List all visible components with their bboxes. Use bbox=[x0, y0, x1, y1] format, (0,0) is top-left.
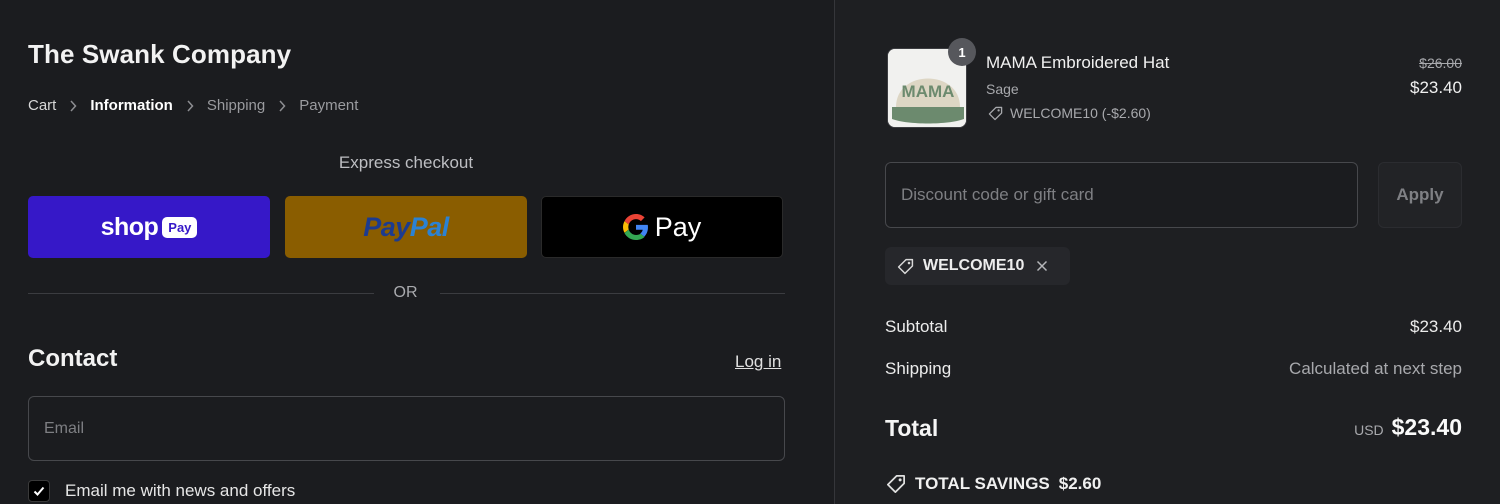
hat-text: MAMA bbox=[902, 82, 955, 101]
divider-line bbox=[439, 292, 785, 294]
applied-discount-code: WELCOME10 bbox=[923, 257, 1025, 274]
discount-field-wrapper bbox=[885, 162, 1358, 228]
subtotal-value: $23.40 bbox=[1410, 317, 1462, 336]
google-g-icon bbox=[622, 214, 649, 240]
product-name: MAMA Embroidered Hat bbox=[986, 53, 1170, 72]
tag-icon bbox=[897, 258, 914, 275]
remove-discount-icon[interactable] bbox=[1036, 260, 1048, 272]
paypal-wordmark: PayPal bbox=[363, 211, 449, 242]
total-savings-label: TOTAL SAVINGS bbox=[915, 474, 1050, 493]
total-value-group: USD $23.40 bbox=[1354, 414, 1462, 441]
price-final: $23.40 bbox=[1410, 78, 1462, 97]
total-label: Total bbox=[885, 415, 939, 441]
express-checkout-label: Express checkout bbox=[338, 153, 474, 172]
log-in-link[interactable]: Log in bbox=[735, 352, 781, 372]
apply-button[interactable]: Apply bbox=[1378, 162, 1462, 228]
tag-icon bbox=[886, 474, 906, 494]
chevron-right-icon bbox=[278, 99, 286, 112]
or-text: OR bbox=[393, 284, 418, 301]
breadcrumb: Cart Information Shipping Payment bbox=[28, 97, 358, 114]
contact-heading: Contact bbox=[28, 345, 118, 372]
checkmark-icon bbox=[32, 484, 46, 498]
applied-discount-chip: WELCOME10 bbox=[885, 247, 1070, 285]
breadcrumb-information: Information bbox=[90, 97, 173, 114]
chevron-right-icon bbox=[186, 99, 194, 112]
chevron-right-icon bbox=[69, 99, 77, 112]
breadcrumb-cart[interactable]: Cart bbox=[28, 97, 56, 114]
currency-code: USD bbox=[1354, 422, 1384, 438]
newsletter-label[interactable]: Email me with news and offers bbox=[65, 481, 295, 501]
total-amount: $23.40 bbox=[1391, 414, 1462, 440]
newsletter-row: Email me with news and offers bbox=[28, 480, 295, 502]
email-field[interactable] bbox=[44, 419, 769, 438]
paypal-button[interactable]: PayPal bbox=[285, 196, 527, 258]
product-discount-text: WELCOME10 (-$2.60) bbox=[1010, 105, 1151, 121]
email-field-wrapper bbox=[28, 396, 785, 461]
divider-line bbox=[28, 292, 374, 294]
shipping-value: Calculated at next step bbox=[1289, 359, 1462, 378]
product-variant: Sage bbox=[986, 81, 1019, 97]
google-pay-button[interactable]: Pay bbox=[541, 196, 783, 258]
store-name[interactable]: The Swank Company bbox=[28, 39, 291, 70]
newsletter-checkbox[interactable] bbox=[28, 480, 50, 502]
shop-pay-wordmark: shop bbox=[100, 212, 159, 241]
google-pay-wordmark: Pay bbox=[654, 211, 702, 242]
breadcrumb-payment: Payment bbox=[299, 97, 359, 114]
tag-icon bbox=[988, 106, 1003, 121]
or-divider: OR bbox=[28, 284, 785, 302]
shop-pay-pill: Pay bbox=[162, 216, 198, 238]
total-savings-amount: $2.60 bbox=[1058, 474, 1102, 493]
subtotal-label: Subtotal bbox=[885, 317, 948, 336]
shipping-label: Shipping bbox=[885, 359, 952, 378]
price-original: $26.00 bbox=[1419, 55, 1462, 71]
discount-code-input[interactable] bbox=[901, 185, 1342, 205]
breadcrumb-shipping: Shipping bbox=[206, 97, 266, 114]
quantity-badge: 1 bbox=[948, 38, 976, 66]
checkout-main-panel: The Swank Company Cart Information Shipp… bbox=[0, 0, 834, 504]
shop-pay-button[interactable]: shop Pay bbox=[28, 196, 270, 258]
product-discount: WELCOME10 (-$2.60) bbox=[988, 105, 1151, 121]
total-savings: TOTAL SAVINGS $2.60 bbox=[886, 474, 1101, 494]
